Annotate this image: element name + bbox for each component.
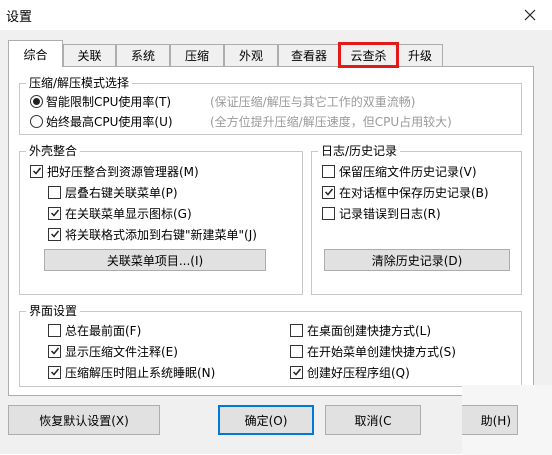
check-icon [32,167,41,175]
group-title: 压缩/解压模式选择 [26,75,133,91]
option-label: 在桌面创建快捷方式(L) [307,323,432,338]
radio-indicator [30,114,43,128]
checkbox-box [290,323,303,337]
tab-cloud-scan[interactable]: 云查杀 [338,42,399,68]
tab-system[interactable]: 系统 [116,44,170,66]
option-label: 在开始菜单创建快捷方式(S) [307,344,456,359]
tab-label: 查看器 [290,49,327,63]
hint-text: (全方位提升压缩/解压速度，但CPU占用较大) [210,115,452,129]
help-button[interactable]: 助(H) [462,405,518,435]
checkbox-box [322,206,335,220]
check-new-menu[interactable]: 将关联格式添加到右键"新建菜单"(J) [48,225,257,243]
tab-label: 外观 [238,49,263,63]
checkbox-box [290,365,303,379]
checkbox-box [290,344,303,358]
window-title: 设置 [6,10,33,25]
option-label: 压缩解压时阻止系统睡眠(N) [65,365,216,380]
checkbox-box [48,344,61,358]
check-integrate-explorer[interactable]: 把好压整合到资源管理器(M) [30,162,199,180]
checkbox-box [30,164,43,178]
option-label: 将关联格式添加到右键"新建菜单"(J) [65,227,257,242]
tab-general[interactable]: 综合 [8,40,63,67]
option-label: 记录错误到日志(R) [339,206,441,221]
check-save-dialog-history[interactable]: 在对话框中保存历史记录(B) [322,183,489,201]
tab-panel-general: 压缩/解压模式选择 智能限制CPU使用率(T) (保证压缩/解压与其它工作的双重… [8,66,534,396]
radio-indicator [30,94,43,108]
tab-label: 系统 [130,49,155,63]
option-label: 把好压整合到资源管理器(M) [47,164,199,179]
tab-association[interactable]: 关联 [63,44,116,66]
check-start-menu-shortcut[interactable]: 在开始菜单创建快捷方式(S) [290,342,456,360]
radio-max-cpu[interactable]: 始终最高CPU使用率(U) [30,112,173,130]
tab-label: 综合 [23,47,48,62]
check-icon [50,230,59,238]
close-icon [524,9,536,21]
close-button[interactable] [516,2,544,28]
checkbox-box [48,365,61,379]
tab-appearance[interactable]: 外观 [224,44,278,66]
checkbox-box [48,227,61,241]
check-cascade-menu[interactable]: 层叠右键关联菜单(P) [48,183,178,201]
tab-label: 云查杀 [350,49,387,63]
tab-label: 关联 [77,49,102,63]
check-log-errors[interactable]: 记录错误到日志(R) [322,204,441,222]
shell-integration-group: 外壳整合 把好压整合到资源管理器(M) 层叠右键关联菜单(P) 在关联菜单显示图… [19,143,303,295]
option-label: 在对话框中保存历史记录(B) [339,185,489,200]
check-icon [50,347,59,355]
radio-smart-cpu[interactable]: 智能限制CPU使用率(T) [30,92,171,110]
ok-button[interactable]: 确定(O) [218,405,314,435]
tab-label: 升级 [407,49,432,63]
option-label: 在关联菜单显示图标(G) [65,206,192,221]
option-label: 总在最前面(F) [65,323,142,338]
hint-text: (保证压缩/解压与其它工作的双重流畅) [210,95,416,109]
tab-viewer[interactable]: 查看器 [278,44,340,66]
checkbox-box [322,185,335,199]
check-menu-icons[interactable]: 在关联菜单显示图标(G) [48,204,192,222]
group-title: 日志/历史记录 [318,143,401,159]
group-title: 界面设置 [26,303,81,319]
history-log-group: 日志/历史记录 保留压缩文件历史记录(V) 在对话框中保存历史记录(B) 记录错… [311,143,522,295]
check-show-comments[interactable]: 显示压缩文件注释(E) [48,342,178,360]
option-label: 创建好压程序组(Q) [307,365,410,380]
dialog-client: 综合 关联 系统 压缩 外观 查看器 云查杀 升级 压缩/解压模式选择 智能限制… [0,30,552,455]
check-icon [50,209,59,217]
check-icon [292,368,301,376]
restore-defaults-button[interactable]: 恢复默认设置(X) [8,405,160,435]
clear-history-button[interactable]: 清除历史记录(D) [324,249,510,271]
check-always-on-top[interactable]: 总在最前面(F) [48,321,141,339]
option-label: 始终最高CPU使用率(U) [46,114,173,129]
tab-upgrade[interactable]: 升级 [397,44,443,66]
check-desktop-shortcut[interactable]: 在桌面创建快捷方式(L) [290,321,431,339]
context-menu-items-button[interactable]: 关联菜单项目...(I) [44,249,266,271]
check-keep-history[interactable]: 保留压缩文件历史记录(V) [322,162,477,180]
checkbox-box [48,323,61,337]
check-icon [50,368,59,376]
option-label: 智能限制CPU使用率(T) [46,94,172,109]
interface-settings-group: 界面设置 总在最前面(F) 显示压缩文件注释(E) 压缩解压时阻止系统睡眠(N)… [19,303,522,387]
checkbox-box [48,206,61,220]
checkbox-box [322,164,335,178]
tab-label: 压缩 [184,49,209,63]
title-bar: 设置 [0,0,552,30]
option-label: 保留压缩文件历史记录(V) [339,164,477,179]
checkbox-box [48,185,61,199]
option-label: 显示压缩文件注释(E) [65,344,178,359]
check-prevent-sleep[interactable]: 压缩解压时阻止系统睡眠(N) [48,363,215,381]
check-program-group[interactable]: 创建好压程序组(Q) [290,363,410,381]
option-label: 层叠右键关联菜单(P) [65,185,178,200]
check-icon [324,188,333,196]
cancel-button[interactable]: 取消(C [325,405,421,435]
compression-mode-group: 压缩/解压模式选择 智能限制CPU使用率(T) (保证压缩/解压与其它工作的双重… [19,75,522,135]
tab-compression[interactable]: 压缩 [170,44,224,66]
group-title: 外壳整合 [26,143,81,159]
